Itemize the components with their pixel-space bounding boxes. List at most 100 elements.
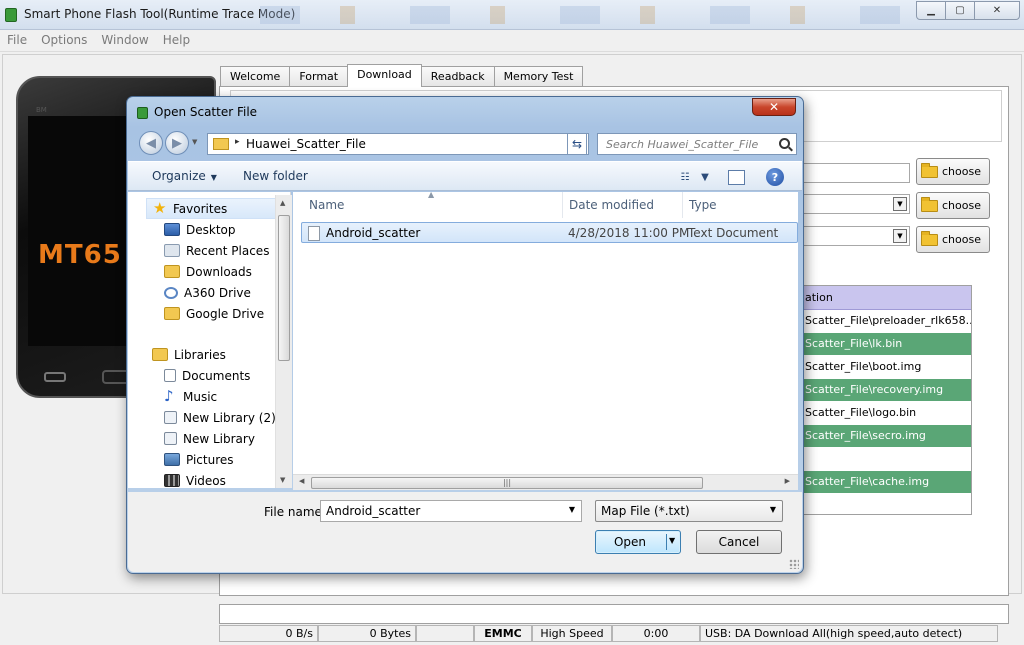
search-icon[interactable] (779, 138, 790, 149)
partition-row[interactable]: Scatter_File\secro.img (801, 425, 971, 448)
chevron-down-icon[interactable]: ▼ (669, 536, 675, 545)
main-title-bar: Smart Phone Flash Tool(Runtime Trace Mod… (0, 0, 1024, 30)
column-type[interactable]: Type (683, 192, 798, 218)
help-icon[interactable]: ? (766, 168, 784, 186)
partition-row[interactable]: Scatter_File\cache.img (801, 471, 971, 494)
file-row-android-scatter[interactable]: Android_scatter 4/28/2018 11:00 PM Text … (301, 222, 798, 243)
videos-icon (164, 474, 180, 487)
preview-pane-button[interactable] (728, 170, 745, 185)
nav-recent-places[interactable]: Recent Places (164, 240, 269, 261)
address-bar[interactable]: ▸ Huawei_Scatter_File ▼ (207, 133, 589, 155)
menu-window[interactable]: Window (94, 30, 155, 50)
column-name[interactable]: ▲ Name (293, 190, 563, 218)
breadcrumb-separator-icon: ▸ (235, 137, 240, 147)
choose-scatter-button[interactable]: choose (916, 192, 990, 219)
chevron-down-icon[interactable]: ▼ (569, 505, 575, 514)
chevron-down-icon: ▼ (893, 229, 907, 243)
refresh-button[interactable]: ⇆ (567, 133, 587, 155)
folder-icon (213, 138, 229, 150)
dialog-close-button[interactable]: ✕ (752, 98, 796, 116)
cancel-button[interactable]: Cancel (696, 530, 782, 554)
nav-pictures[interactable]: Pictures (164, 449, 234, 470)
nav-label: Pictures (186, 452, 234, 467)
back-button[interactable]: ◀ (139, 131, 163, 155)
folder-icon (921, 230, 938, 246)
resize-grip[interactable] (789, 559, 799, 569)
nav-libraries[interactable]: Libraries (152, 344, 226, 365)
partition-row[interactable]: Scatter_File\preloader_rlk658... (801, 310, 971, 333)
nav-new-library-2[interactable]: New Library (2) (164, 407, 276, 428)
change-view-button[interactable]: ☷ (675, 168, 695, 186)
minimize-button[interactable]: ▁ (916, 1, 946, 20)
nav-label: Desktop (186, 222, 236, 237)
tab-download[interactable]: Download (347, 64, 422, 87)
nav-favorites[interactable]: ★ Favorites (146, 198, 290, 219)
auth-file-combo[interactable]: ▼ (790, 226, 910, 246)
recent-pages-dropdown[interactable]: ▼ (192, 138, 197, 146)
status-time: 0:00 (612, 625, 700, 642)
search-placeholder: Search Huawei_Scatter_File (606, 138, 759, 151)
partition-table: ation Scatter_File\preloader_rlk658... Sc… (800, 285, 972, 515)
column-date-modified[interactable]: Date modified (563, 192, 683, 218)
nav-music[interactable]: ♪ Music (164, 386, 217, 407)
nav-pane-scrollbar[interactable]: ▲ ▼ (275, 195, 292, 488)
app-icon (5, 8, 17, 22)
menu-help[interactable]: Help (156, 30, 197, 50)
menu-file[interactable]: File (0, 30, 34, 50)
nav-videos[interactable]: Videos (164, 470, 226, 488)
partition-row[interactable]: Scatter_File\recovery.img (801, 379, 971, 402)
view-menu-button[interactable]: ▼ (695, 168, 715, 186)
recent-places-icon (164, 244, 180, 257)
nav-new-library[interactable]: New Library (164, 428, 255, 449)
scatter-file-combo[interactable]: ▼ (790, 194, 910, 214)
download-agent-field[interactable] (790, 163, 910, 183)
scroll-right-icon[interactable]: ▶ (785, 477, 790, 485)
file-name-input[interactable]: Android_scatter ▼ (320, 500, 582, 522)
nav-google-drive[interactable]: Google Drive (164, 303, 264, 324)
tab-format[interactable]: Format (289, 66, 349, 86)
choose-auth-button[interactable]: choose (916, 226, 990, 253)
partition-row[interactable]: Scatter_File\boot.img (801, 356, 971, 379)
new-folder-button[interactable]: New folder (243, 169, 308, 183)
scroll-up-icon[interactable]: ▲ (280, 199, 285, 207)
choose-download-agent-button[interactable]: choose (916, 158, 990, 185)
scrollbar-thumb[interactable] (278, 215, 290, 361)
tab-memory-test[interactable]: Memory Test (493, 66, 584, 86)
nav-documents[interactable]: Documents (164, 365, 250, 386)
file-list-hscrollbar[interactable]: ◀ ||| ▶ (293, 474, 798, 490)
partition-rows: Scatter_File\preloader_rlk658... Scatter_… (801, 310, 971, 494)
breadcrumb-path[interactable]: Huawei_Scatter_File (246, 137, 366, 151)
phone-brand-text: MT65 (38, 240, 122, 270)
organize-button[interactable]: Organize ▼ (152, 169, 217, 183)
nav-label: Recent Places (186, 243, 270, 258)
scroll-down-icon[interactable]: ▼ (280, 476, 285, 484)
library-icon (164, 432, 177, 445)
file-type-filter[interactable]: Map File (*.txt) ▼ (595, 500, 783, 522)
partition-row[interactable] (801, 448, 971, 471)
status-speed: 0 B/s (219, 625, 318, 642)
nav-a360-drive[interactable]: A360 Drive (164, 282, 251, 303)
forward-button[interactable]: ▶ (165, 131, 189, 155)
tab-readback[interactable]: Readback (420, 66, 495, 86)
tab-welcome[interactable]: Welcome (220, 66, 291, 86)
partition-row[interactable]: Scatter_File\lk.bin (801, 333, 971, 356)
nav-label: A360 Drive (184, 285, 251, 300)
nav-downloads[interactable]: Downloads (164, 261, 252, 282)
close-button[interactable]: ✕ (974, 1, 1020, 20)
google-drive-folder-icon (164, 307, 180, 320)
status-mode: High Speed (532, 625, 612, 642)
location-column-header[interactable]: ation (801, 286, 971, 310)
chevron-down-icon: ▼ (210, 173, 217, 182)
phone-logo-mark: BM (36, 106, 47, 114)
open-button[interactable]: Open ▼ (595, 530, 681, 554)
scroll-left-icon[interactable]: ◀ (299, 477, 304, 485)
partition-row[interactable]: Scatter_File\logo.bin (801, 402, 971, 425)
search-input[interactable]: Search Huawei_Scatter_File (597, 133, 797, 155)
nav-desktop[interactable]: Desktop (164, 219, 236, 240)
menu-options[interactable]: Options (34, 30, 94, 50)
nav-label: New Library (183, 431, 255, 446)
scrollbar-thumb[interactable]: ||| (311, 477, 703, 489)
folder-icon (921, 162, 938, 178)
maximize-button[interactable]: ▢ (945, 1, 975, 20)
split-divider (666, 534, 667, 550)
